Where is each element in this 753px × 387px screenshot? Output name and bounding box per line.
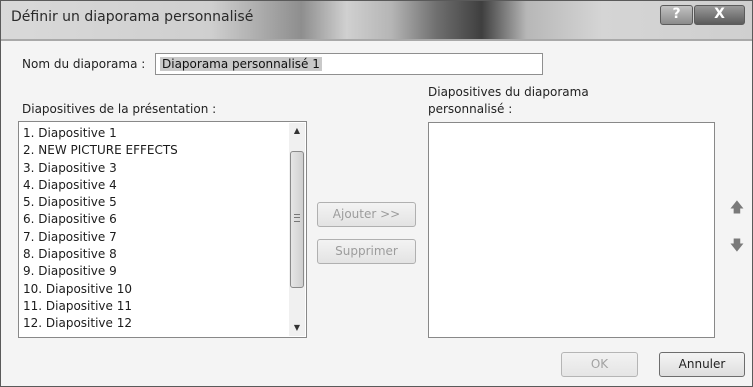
title-bar[interactable]: Définir un diaporama personnalisé ? X <box>1 1 752 39</box>
list-item[interactable]: 11. Diapositive 11 <box>23 298 285 315</box>
cancel-button[interactable]: Annuler <box>659 352 745 377</box>
list-item[interactable]: 4. Diapositive 4 <box>23 177 285 194</box>
ok-button[interactable]: OK <box>561 352 638 377</box>
list-item[interactable]: 5. Diapositive 5 <box>23 194 285 211</box>
list-scrollbar[interactable]: ▲ ▼ <box>289 123 305 336</box>
move-up-button[interactable]: 🡅 <box>728 199 746 217</box>
list-item[interactable]: 9. Diapositive 9 <box>23 263 285 280</box>
list-item[interactable]: 1. Diapositive 1 <box>23 125 285 142</box>
list-item[interactable]: 10. Diapositive 10 <box>23 281 285 298</box>
presentation-slides-items: 1. Diapositive 1 2. NEW PICTURE EFFECTS 3.… <box>23 125 285 333</box>
add-button[interactable]: Ajouter >> <box>317 202 416 227</box>
list-item[interactable]: 12. Diapositive 12 <box>23 315 285 332</box>
custom-show-slides-label-line2: personnalisé : <box>428 102 513 116</box>
slideshow-name-input[interactable]: Diaporama personnalisé 1 <box>155 53 543 75</box>
custom-show-slides-label-line1: Diapositives du diaporama <box>428 85 589 99</box>
list-item[interactable]: 7. Diapositive 7 <box>23 229 285 246</box>
arrow-down-icon: 🡇 <box>729 238 745 254</box>
presentation-slides-list[interactable]: 1. Diapositive 1 2. NEW PICTURE EFFECTS 3.… <box>18 121 307 338</box>
custom-show-dialog: Définir un diaporama personnalisé ? X No… <box>0 0 753 387</box>
arrow-up-icon: 🡅 <box>729 200 745 216</box>
scroll-down-icon[interactable]: ▼ <box>289 320 305 336</box>
close-button[interactable]: X <box>694 5 745 25</box>
dialog-title: Définir un diaporama personnalisé <box>11 9 254 25</box>
scroll-up-icon[interactable]: ▲ <box>289 123 305 139</box>
list-item[interactable]: 6. Diapositive 6 <box>23 211 285 228</box>
list-item[interactable]: 8. Diapositive 8 <box>23 246 285 263</box>
remove-button[interactable]: Supprimer <box>317 239 416 264</box>
slideshow-name-label: Nom du diaporama : <box>22 57 146 71</box>
presentation-slides-label: Diapositives de la présentation : <box>22 102 217 116</box>
scroll-thumb[interactable] <box>290 151 304 288</box>
custom-show-slides-list[interactable] <box>428 122 715 338</box>
list-item[interactable]: 3. Diapositive 3 <box>23 160 285 177</box>
list-item[interactable]: 2. NEW PICTURE EFFECTS <box>23 142 285 159</box>
help-button[interactable]: ? <box>660 5 693 25</box>
move-down-button[interactable]: 🡇 <box>728 237 746 255</box>
title-separator <box>1 39 752 41</box>
slideshow-name-value: Diaporama personnalisé 1 <box>160 57 322 71</box>
thumb-grip-icon <box>294 214 300 222</box>
